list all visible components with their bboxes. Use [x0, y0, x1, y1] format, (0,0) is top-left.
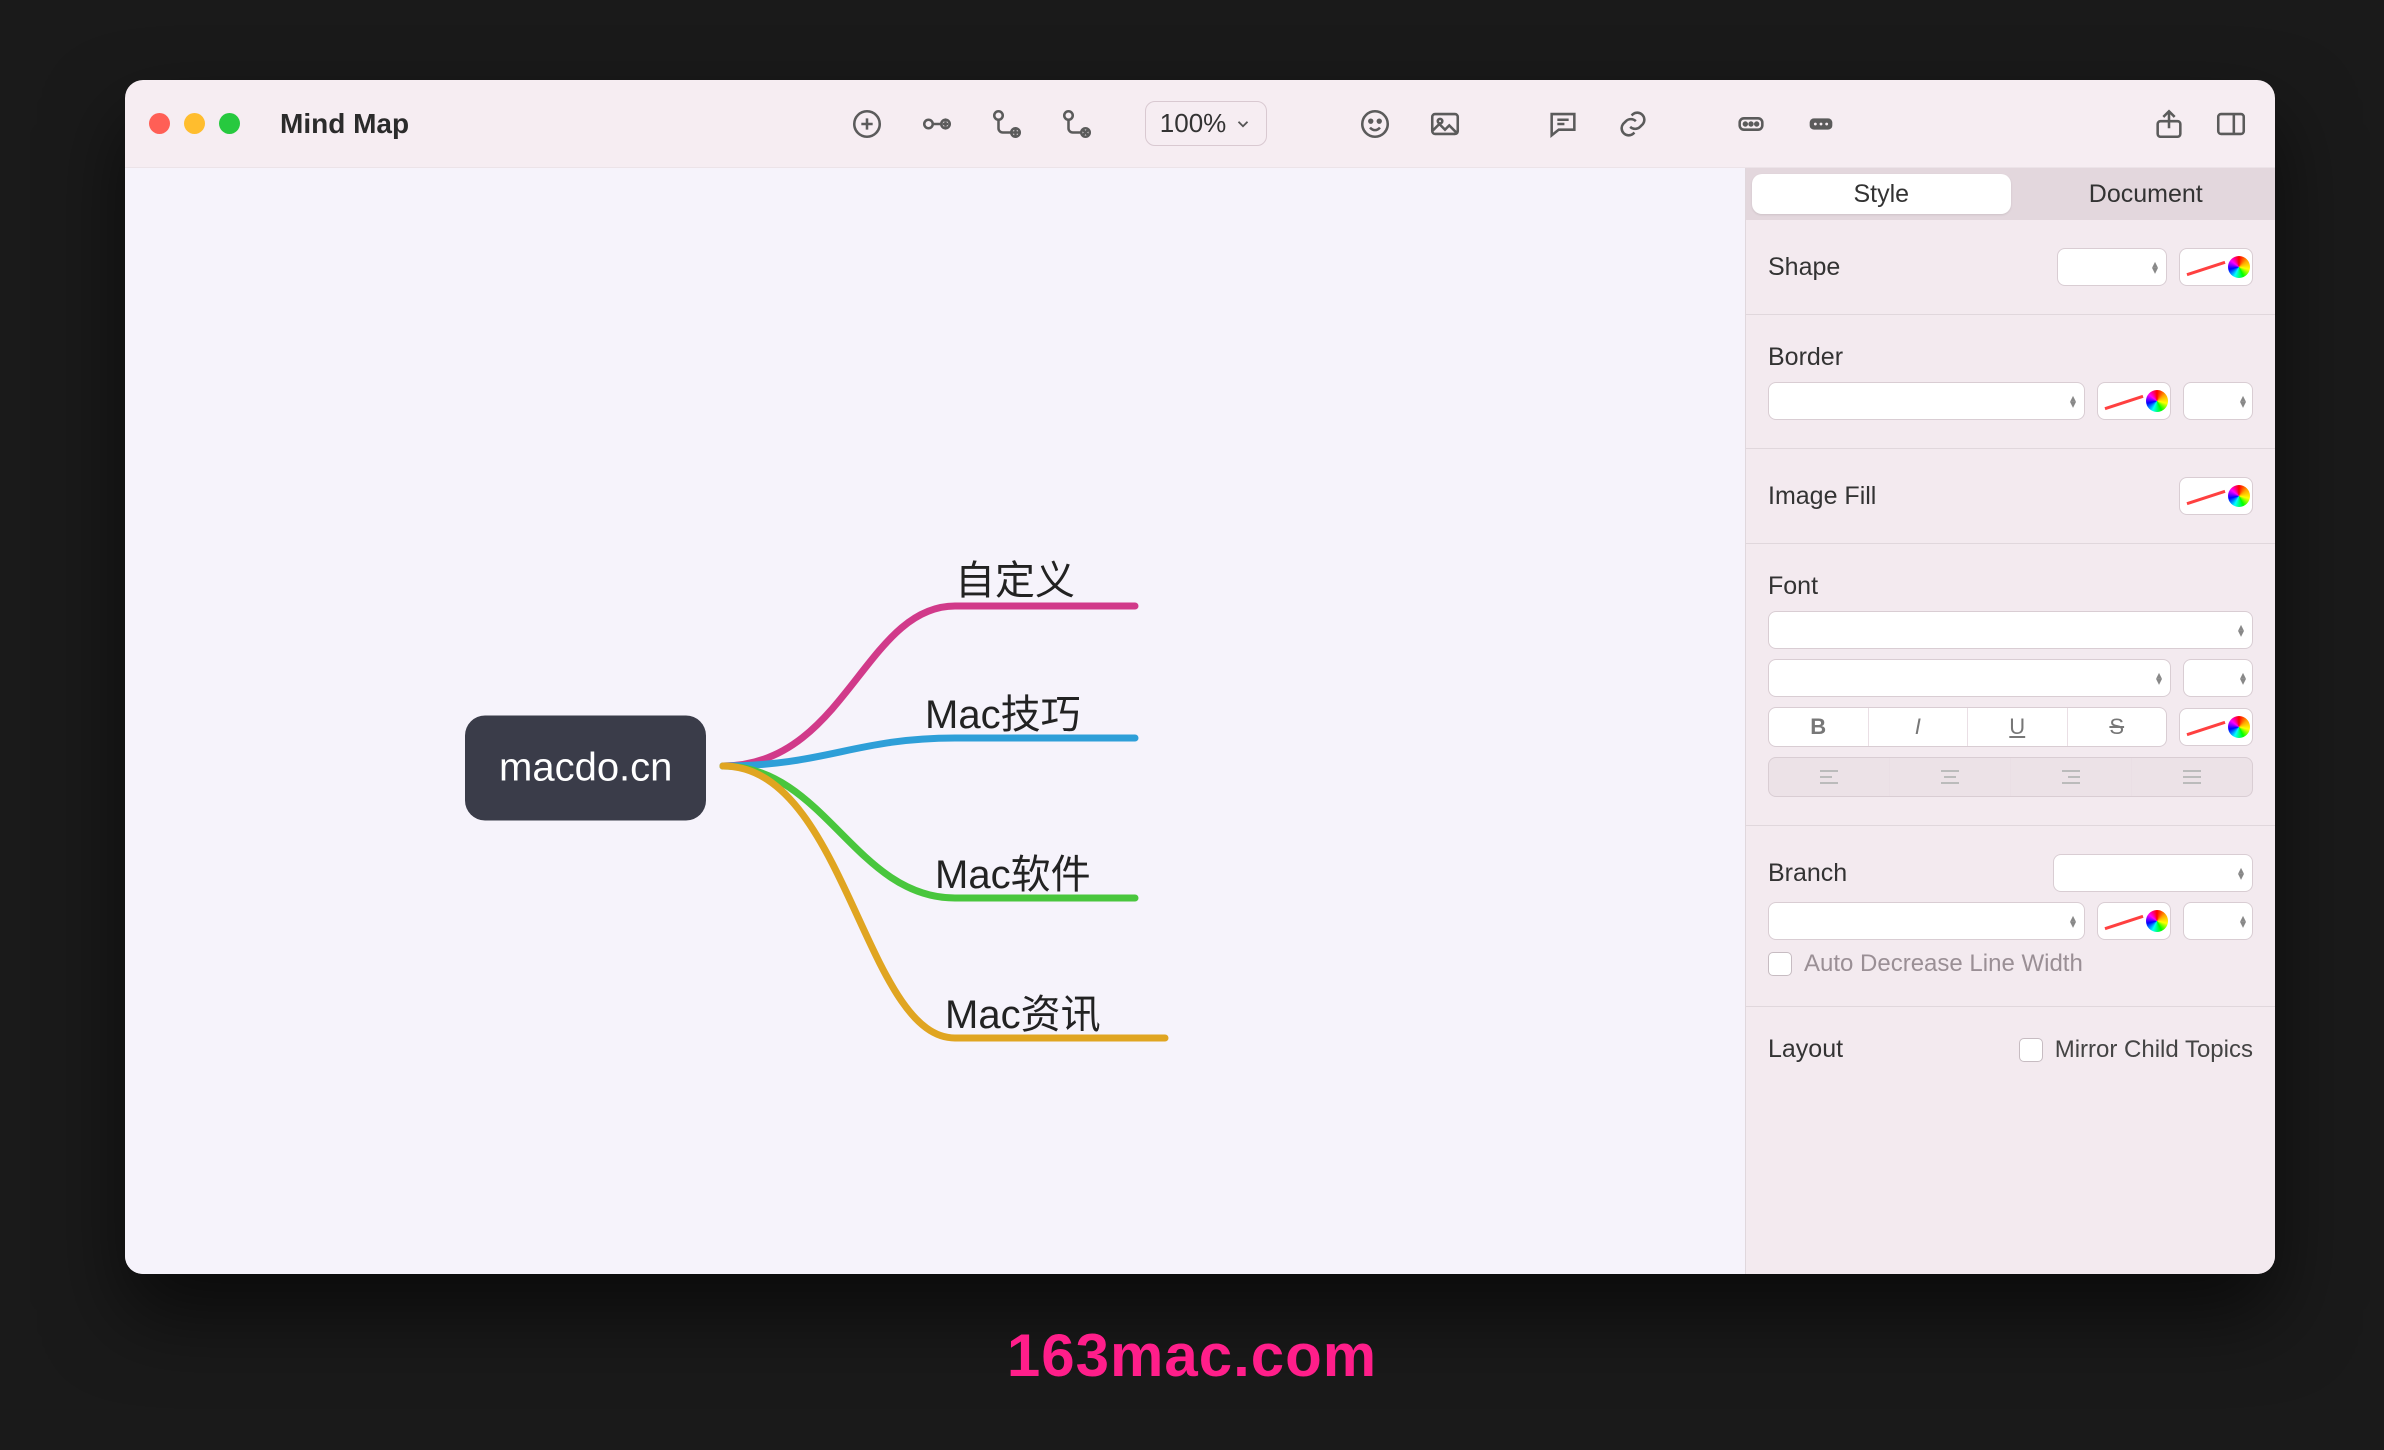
auto-decrease-label: Auto Decrease Line Width: [1804, 950, 2083, 978]
child-topic-label: Mac软件: [935, 853, 1091, 897]
zoom-value: 100%: [1160, 108, 1227, 139]
auto-decrease-checkbox[interactable]: [1768, 952, 1792, 976]
bold-button[interactable]: B: [1769, 708, 1869, 746]
titlebar: Mind Map: [125, 80, 2275, 168]
border-width-stepper[interactable]: ▴▾: [2183, 382, 2253, 420]
align-center-button[interactable]: [1890, 758, 2011, 796]
branch-label: Branch: [1768, 859, 1847, 888]
window-controls: [149, 113, 240, 134]
section-imagefill: Image Fill: [1746, 449, 2275, 544]
child-topic-label: 自定义: [955, 559, 1075, 603]
font-style-select[interactable]: ▴▾: [1768, 659, 2171, 697]
section-branch: Branch ▴▾ ▴▾ ▴▾ Auto Decrease Line Width: [1746, 826, 2275, 1007]
tag-filled-button[interactable]: [1801, 104, 1841, 144]
font-family-select[interactable]: ▴▾: [1768, 611, 2253, 649]
strike-button[interactable]: S: [2068, 708, 2167, 746]
mindmap-canvas[interactable]: macdo.cn 自定义 Mac技巧 Mac软件 Mac资讯: [125, 168, 1745, 1274]
section-shape: Shape ▴▾: [1746, 220, 2275, 315]
zoom-window-button[interactable]: [219, 113, 240, 134]
zoom-select[interactable]: 100%: [1145, 101, 1268, 146]
italic-button[interactable]: I: [1869, 708, 1969, 746]
root-topic-label: macdo.cn: [499, 746, 672, 790]
close-window-button[interactable]: [149, 113, 170, 134]
toolbar-notes-group: [1543, 104, 1653, 144]
app-window: Mind Map: [125, 80, 2275, 1274]
add-sibling-button[interactable]: [917, 104, 957, 144]
border-style-select[interactable]: ▴▾: [1768, 382, 2085, 420]
shape-label: Shape: [1768, 253, 1840, 282]
align-justify-button[interactable]: [2132, 758, 2252, 796]
branch-style-select[interactable]: ▴▾: [2053, 854, 2253, 892]
branch-line-select[interactable]: ▴▾: [1768, 902, 2085, 940]
child-topic[interactable]: Mac技巧: [925, 682, 1081, 740]
add-topic-button[interactable]: [847, 104, 887, 144]
inspector-panel: Style Document Shape ▴▾ Border ▴▾ ▴▾: [1745, 168, 2275, 1274]
text-align-segment: [1768, 757, 2253, 797]
emoji-button[interactable]: [1355, 104, 1395, 144]
mirror-checkbox[interactable]: [2019, 1038, 2043, 1062]
border-label: Border: [1768, 343, 1843, 372]
toolbar-right-group: [2149, 104, 2251, 144]
toggle-sidebar-button[interactable]: [2211, 104, 2251, 144]
toolbar-left-group: [847, 104, 1097, 144]
branch-width-stepper[interactable]: ▴▾: [2183, 902, 2253, 940]
child-topic[interactable]: Mac资讯: [945, 982, 1101, 1040]
font-size-stepper[interactable]: ▴▾: [2183, 659, 2253, 697]
text-color[interactable]: [2179, 708, 2253, 746]
imagefill-color[interactable]: [2179, 477, 2253, 515]
app-title: Mind Map: [280, 108, 409, 140]
align-left-button[interactable]: [1769, 758, 1890, 796]
tab-style[interactable]: Style: [1752, 174, 2011, 214]
toolbar-insert-group: [1355, 104, 1465, 144]
chevron-down-icon: [1234, 115, 1252, 133]
align-right-button[interactable]: [2011, 758, 2132, 796]
underline-button[interactable]: U: [1968, 708, 2068, 746]
imagefill-label: Image Fill: [1768, 482, 1876, 511]
font-label: Font: [1768, 572, 1818, 601]
border-color[interactable]: [2097, 382, 2171, 420]
note-button[interactable]: [1543, 104, 1583, 144]
section-font: Font ▴▾ ▴▾ ▴▾ B I U S: [1746, 544, 2275, 826]
text-style-segment: B I U S: [1768, 707, 2167, 747]
minimize-window-button[interactable]: [184, 113, 205, 134]
toolbar-tags-group: [1731, 104, 1841, 144]
child-topic-label: Mac技巧: [925, 693, 1081, 737]
layout-label: Layout: [1768, 1035, 1843, 1064]
inspector-tabs: Style Document: [1746, 168, 2275, 220]
mirror-label: Mirror Child Topics: [2055, 1036, 2253, 1064]
delete-topic-button[interactable]: [1057, 104, 1097, 144]
child-topic[interactable]: 自定义: [955, 548, 1075, 606]
shape-select[interactable]: ▴▾: [2057, 248, 2167, 286]
child-topic-label: Mac资讯: [945, 993, 1101, 1037]
add-child-button[interactable]: [987, 104, 1027, 144]
tag-outline-button[interactable]: [1731, 104, 1771, 144]
root-topic[interactable]: macdo.cn: [465, 716, 706, 821]
branch-color[interactable]: [2097, 902, 2171, 940]
child-topic[interactable]: Mac软件: [935, 842, 1091, 900]
section-layout: Layout Mirror Child Topics: [1746, 1007, 2275, 1092]
image-button[interactable]: [1425, 104, 1465, 144]
link-button[interactable]: [1613, 104, 1653, 144]
section-border: Border ▴▾ ▴▾: [1746, 315, 2275, 449]
tab-document[interactable]: Document: [2017, 168, 2276, 220]
content-area: macdo.cn 自定义 Mac技巧 Mac软件 Mac资讯 Style Doc…: [125, 168, 2275, 1274]
watermark-text: 163mac.com: [1007, 1321, 1377, 1390]
shape-color[interactable]: [2179, 248, 2253, 286]
share-button[interactable]: [2149, 104, 2189, 144]
